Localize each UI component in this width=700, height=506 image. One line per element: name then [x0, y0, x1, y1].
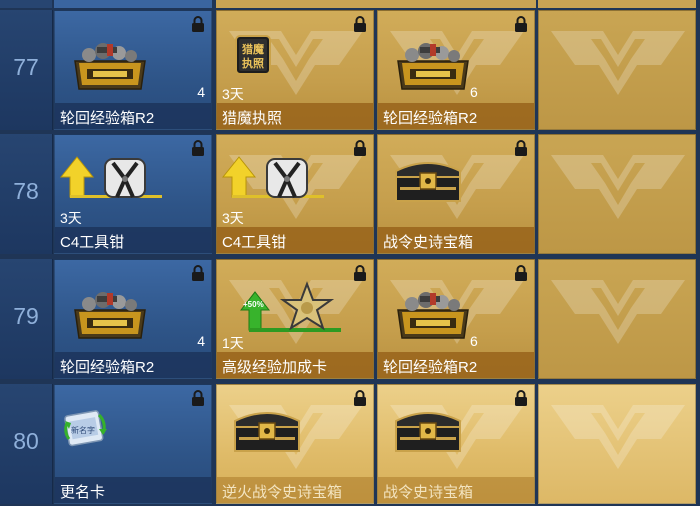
quantity-label: 6 — [470, 333, 478, 349]
reward-slot[interactable]: +50% 1天高级经验加成卡 — [216, 259, 374, 379]
reward-name-bar: 高级经验加成卡 — [217, 352, 373, 378]
c4-pliers-icon — [217, 151, 327, 212]
rename-card-icon: 新名字 — [63, 409, 107, 458]
epic-chest-icon — [390, 153, 466, 210]
lock-icon — [191, 390, 205, 406]
reward-name-bar: 轮回经验箱R2 — [55, 352, 211, 378]
boost-badge: +50% — [243, 300, 264, 309]
lock-icon — [514, 265, 528, 281]
pass-emblem-watermark — [551, 25, 685, 114]
lock-icon — [514, 16, 528, 32]
reward-name: 轮回经验箱R2 — [383, 359, 478, 376]
duration-label: 3天 — [222, 86, 244, 102]
reward-name: 猎魔执照 — [222, 110, 283, 127]
reward-row: 80 新名字 更名卡 逆火战令史诗宝箱 战令史诗宝箱 — [0, 384, 700, 504]
supply-crate-icon — [392, 290, 474, 347]
reward-name-bar: C4工具钳 — [55, 227, 211, 253]
reward-name-bar: C4工具钳 — [217, 227, 373, 253]
reward-row: 78 3天 C4工具钳 3天 C4工具钳 战令史诗宝箱 — [0, 134, 700, 254]
level-number: 80 — [13, 428, 39, 454]
duration-label: 1天 — [222, 335, 244, 351]
reward-row: 79 4 轮回经验箱R2 +50% 1天高级经验加成卡 6 轮回经验箱R2 — [0, 259, 700, 379]
reward-slot[interactable]: 6 轮回经验箱R2 — [377, 10, 535, 130]
reward-slot[interactable]: 4 轮回经验箱R2 — [54, 10, 212, 130]
level-indicator: 78 — [0, 134, 53, 254]
reward-name: C4工具钳 — [60, 234, 125, 251]
level-indicator: 79 — [0, 259, 53, 379]
previous-row-strip — [0, 0, 700, 8]
pass-emblem-watermark — [551, 274, 685, 363]
empty-reward-slot — [538, 384, 696, 504]
reward-slot[interactable]: 战令史诗宝箱 — [377, 134, 535, 254]
reward-name: 更名卡 — [60, 484, 106, 501]
quantity-label: 6 — [470, 84, 478, 100]
reward-name: C4工具钳 — [222, 234, 287, 251]
reward-name-bar: 战令史诗宝箱 — [378, 227, 534, 253]
license-text-line2: 执照 — [242, 58, 264, 70]
hunter-license-icon: 猎魔 执照 — [235, 35, 271, 80]
lock-icon — [191, 140, 205, 156]
reward-name-bar: 更名卡 — [55, 477, 211, 503]
lock-icon — [353, 140, 367, 156]
reward-slot[interactable]: 战令史诗宝箱 — [377, 384, 535, 504]
reward-name: 高级经验加成卡 — [222, 359, 328, 376]
lock-icon — [514, 390, 528, 406]
reward-name: 轮回经验箱R2 — [60, 359, 155, 376]
reward-name: 战令史诗宝箱 — [383, 484, 474, 501]
reward-slot[interactable]: 新名字 更名卡 — [54, 384, 212, 504]
pass-emblem-watermark — [551, 399, 685, 488]
lock-icon — [191, 16, 205, 32]
reward-slot[interactable]: 3天 C4工具钳 — [54, 134, 212, 254]
level-indicator: 80 — [0, 384, 53, 504]
duration-label: 3天 — [60, 210, 82, 226]
exp-boost-card-icon — [235, 280, 345, 345]
lock-icon — [353, 265, 367, 281]
supply-crate-icon — [392, 41, 474, 98]
reward-name: 轮回经验箱R2 — [60, 110, 155, 127]
lock-icon — [353, 390, 367, 406]
reward-slot[interactable]: 猎魔 执照 3天 猎魔执照 — [216, 10, 374, 130]
quantity-label: 4 — [197, 333, 205, 349]
level-number: 77 — [13, 54, 39, 80]
epic-chest-icon — [229, 403, 305, 460]
reward-row: 77 4 轮回经验箱R2 猎魔 执照 3天 猎魔执照 6 轮回经验箱R2 — [0, 10, 700, 130]
reward-slot[interactable]: 逆火战令史诗宝箱 — [216, 384, 374, 504]
lock-icon — [191, 265, 205, 281]
reward-name: 轮回经验箱R2 — [383, 110, 478, 127]
reward-slot[interactable]: 4 轮回经验箱R2 — [54, 259, 212, 379]
lock-icon — [353, 16, 367, 32]
reward-name-bar: 轮回经验箱R2 — [55, 103, 211, 129]
level-number: 79 — [13, 303, 39, 329]
empty-reward-slot — [538, 10, 696, 130]
duration-label: 3天 — [222, 210, 244, 226]
reward-name-bar: 逆火战令史诗宝箱 — [217, 477, 373, 503]
pass-emblem-watermark — [551, 149, 685, 238]
reward-slot[interactable]: 6 轮回经验箱R2 — [377, 259, 535, 379]
empty-reward-slot — [538, 134, 696, 254]
reward-name: 逆火战令史诗宝箱 — [222, 484, 343, 501]
c4-pliers-icon — [55, 151, 165, 212]
quantity-label: 4 — [197, 84, 205, 100]
lock-icon — [514, 140, 528, 156]
empty-reward-slot — [538, 259, 696, 379]
reward-name-bar: 轮回经验箱R2 — [378, 103, 534, 129]
level-indicator: 77 — [0, 10, 53, 130]
reward-name-bar: 战令史诗宝箱 — [378, 477, 534, 503]
epic-chest-icon — [390, 403, 466, 460]
rename-card-text: 新名字 — [71, 426, 95, 435]
reward-slot[interactable]: 3天 C4工具钳 — [216, 134, 374, 254]
reward-name-bar: 轮回经验箱R2 — [378, 352, 534, 378]
reward-name: 战令史诗宝箱 — [383, 234, 474, 251]
reward-name-bar: 猎魔执照 — [217, 103, 373, 129]
level-number: 78 — [13, 178, 39, 204]
supply-crate-icon — [69, 290, 151, 347]
supply-crate-icon — [69, 41, 151, 98]
